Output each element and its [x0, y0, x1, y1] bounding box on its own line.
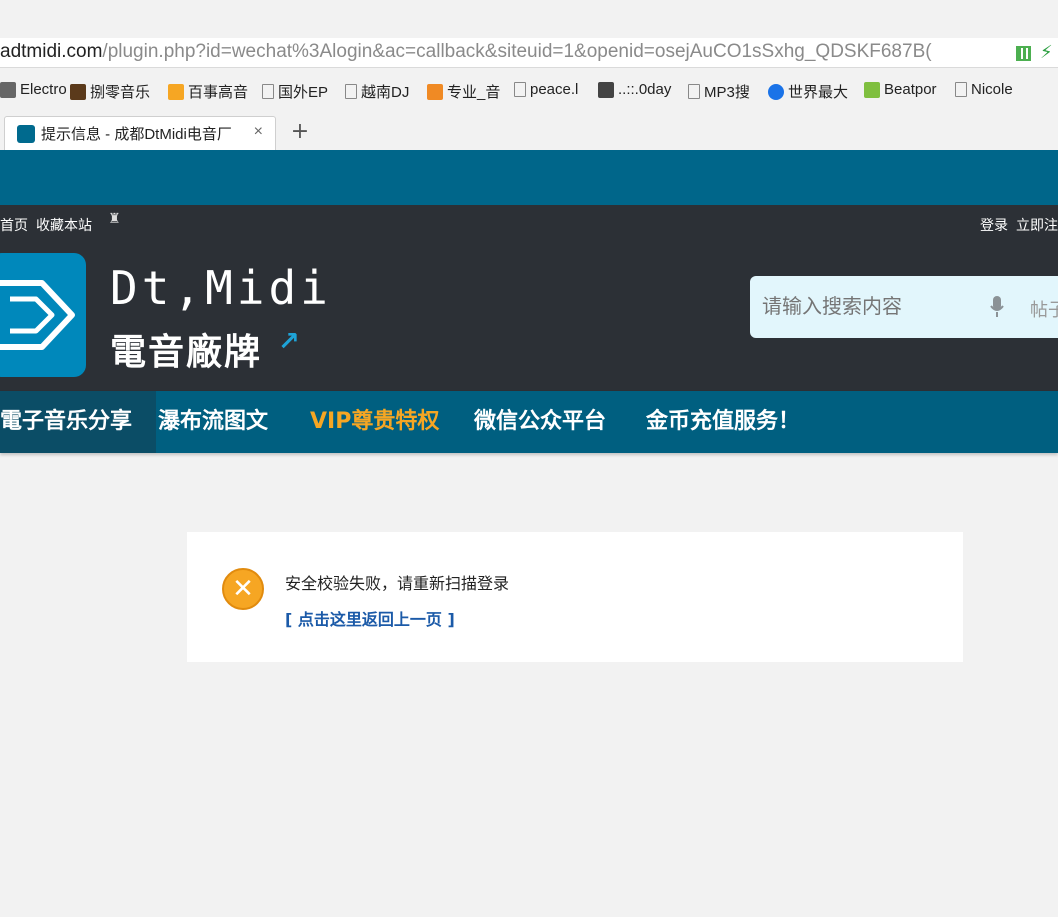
- home-link[interactable]: 首页: [0, 218, 28, 234]
- bookmark-item[interactable]: Electro: [0, 81, 67, 98]
- top-links: 首页 收藏本站 ♜: [0, 211, 121, 235]
- blue-dot-icon: [768, 83, 784, 100]
- user-links: 登录 立即注: [972, 215, 1058, 235]
- bookmark-label: MP3搜: [704, 84, 750, 101]
- logo-icon[interactable]: [0, 253, 86, 377]
- beatport-icon: [864, 81, 880, 98]
- tab-title: 提示信息 - 成都DtMidi电音厂: [41, 126, 232, 143]
- bookmark-label: ..::.0day: [618, 81, 672, 98]
- bookmark-item[interactable]: 百事高音: [168, 81, 248, 102]
- url-text[interactable]: adtmidi.com/plugin.php?id=wechat%3Alogin…: [0, 41, 932, 63]
- bookmark-label: 捌零音乐: [90, 84, 151, 101]
- tab-close-icon[interactable]: ×: [254, 123, 263, 141]
- page-icon: [955, 82, 967, 97]
- page-icon: [262, 84, 274, 99]
- bookmark-label: peace.l: [530, 81, 579, 98]
- logo-title: Dt,Midi: [110, 261, 332, 315]
- leaf-icon: [168, 83, 184, 100]
- bookmark-item[interactable]: Beatpor: [864, 81, 937, 98]
- site-top-band: [0, 150, 1058, 205]
- lightning-icon[interactable]: ⚡: [1040, 42, 1053, 63]
- bookmark-label: 百事高音: [188, 84, 249, 101]
- bookmark-label: Beatpor: [884, 81, 937, 98]
- bookmark-label: 世界最大: [788, 84, 849, 101]
- bookmark-item[interactable]: 国外EP: [262, 81, 328, 102]
- url-host: adtmidi.com: [0, 41, 103, 62]
- bookmark-label: 国外EP: [278, 84, 329, 101]
- main-nav: 電子音乐分享 瀑布流图文 VIP尊贵特权 微信公众平台 金币充值服务！: [0, 391, 1058, 453]
- bookmark-label: Nicole: [971, 81, 1013, 98]
- search-type-select[interactable]: 帖子: [1030, 296, 1058, 322]
- error-icon: ✕: [222, 568, 264, 610]
- search-input[interactable]: [762, 294, 962, 318]
- bookmark-label: 越南DJ: [361, 84, 410, 101]
- page-icon: [688, 84, 700, 99]
- new-tab-button[interactable]: +: [286, 118, 314, 146]
- arrow-icon: ↗: [278, 327, 300, 357]
- register-link[interactable]: 立即注: [1016, 218, 1058, 234]
- nav-item-music-share[interactable]: 電子音乐分享: [0, 391, 157, 453]
- site-header: 首页收藏本站 ♜ 登录立即注 Dt,Midi 電音廠牌 ↗ 帖子: [0, 205, 1058, 391]
- logo-subtitle: 電音廠牌: [110, 332, 263, 373]
- bookmark-item[interactable]: 专业_音: [427, 81, 500, 102]
- bookmark-item[interactable]: 世界最大: [768, 81, 848, 102]
- site-favicon-icon: [17, 124, 35, 143]
- bookmark-item[interactable]: 捌零音乐: [70, 81, 150, 102]
- search-box: 帖子: [750, 276, 1058, 338]
- url-path: /plugin.php?id=wechat%3Alogin&ac=callbac…: [102, 41, 932, 62]
- bookmark-label: Electro: [20, 81, 67, 98]
- bookmark-item[interactable]: Nicole: [955, 81, 1013, 98]
- bookmark-item[interactable]: ..::.0day: [598, 81, 671, 98]
- bookmark-label: 专业_音: [447, 84, 501, 101]
- headphones-icon: [598, 81, 614, 98]
- tab-strip: 提示信息 - 成都DtMidi电音厂 × +: [0, 112, 1058, 150]
- bookmark-site-link[interactable]: 收藏本站: [36, 218, 92, 234]
- bookmark-item[interactable]: 越南DJ: [345, 81, 409, 102]
- login-link[interactable]: 登录: [980, 218, 1008, 234]
- page-icon: [345, 84, 357, 99]
- nav-item-wechat[interactable]: 微信公众平台: [450, 391, 630, 453]
- badge-2-icon: [427, 83, 443, 100]
- bookmark-item[interactable]: MP3搜: [688, 81, 750, 102]
- message-box: ✕ 安全校验失败，请重新扫描登录 [ 点击这里返回上一页 ]: [187, 532, 963, 662]
- qr-code-icon[interactable]: [1016, 46, 1031, 61]
- error-message: 安全校验失败，请重新扫描登录: [285, 574, 510, 593]
- music-icon: [0, 81, 16, 98]
- microphone-icon[interactable]: [990, 296, 1004, 318]
- nav-item-waterfall[interactable]: 瀑布流图文: [134, 391, 292, 453]
- tab-active[interactable]: 提示信息 - 成都DtMidi电音厂 ×: [4, 116, 276, 150]
- back-link[interactable]: [ 点击这里返回上一页 ]: [285, 606, 455, 630]
- bookmark-item[interactable]: peace.l: [514, 81, 578, 98]
- eighty-icon: [70, 83, 86, 100]
- satellite-icon[interactable]: ♜: [108, 211, 121, 227]
- nav-item-recharge[interactable]: 金币充值服务！: [622, 391, 824, 453]
- bookmarks-bar: Electro 捌零音乐 百事高音 国外EP 越南DJ 专业_音 peace.l ..::.0…: [0, 72, 1058, 108]
- address-bar[interactable]: adtmidi.com/plugin.php?id=wechat%3Alogin…: [0, 38, 1058, 68]
- page-icon: [514, 82, 526, 97]
- nav-item-vip[interactable]: VIP尊贵特权: [286, 391, 463, 453]
